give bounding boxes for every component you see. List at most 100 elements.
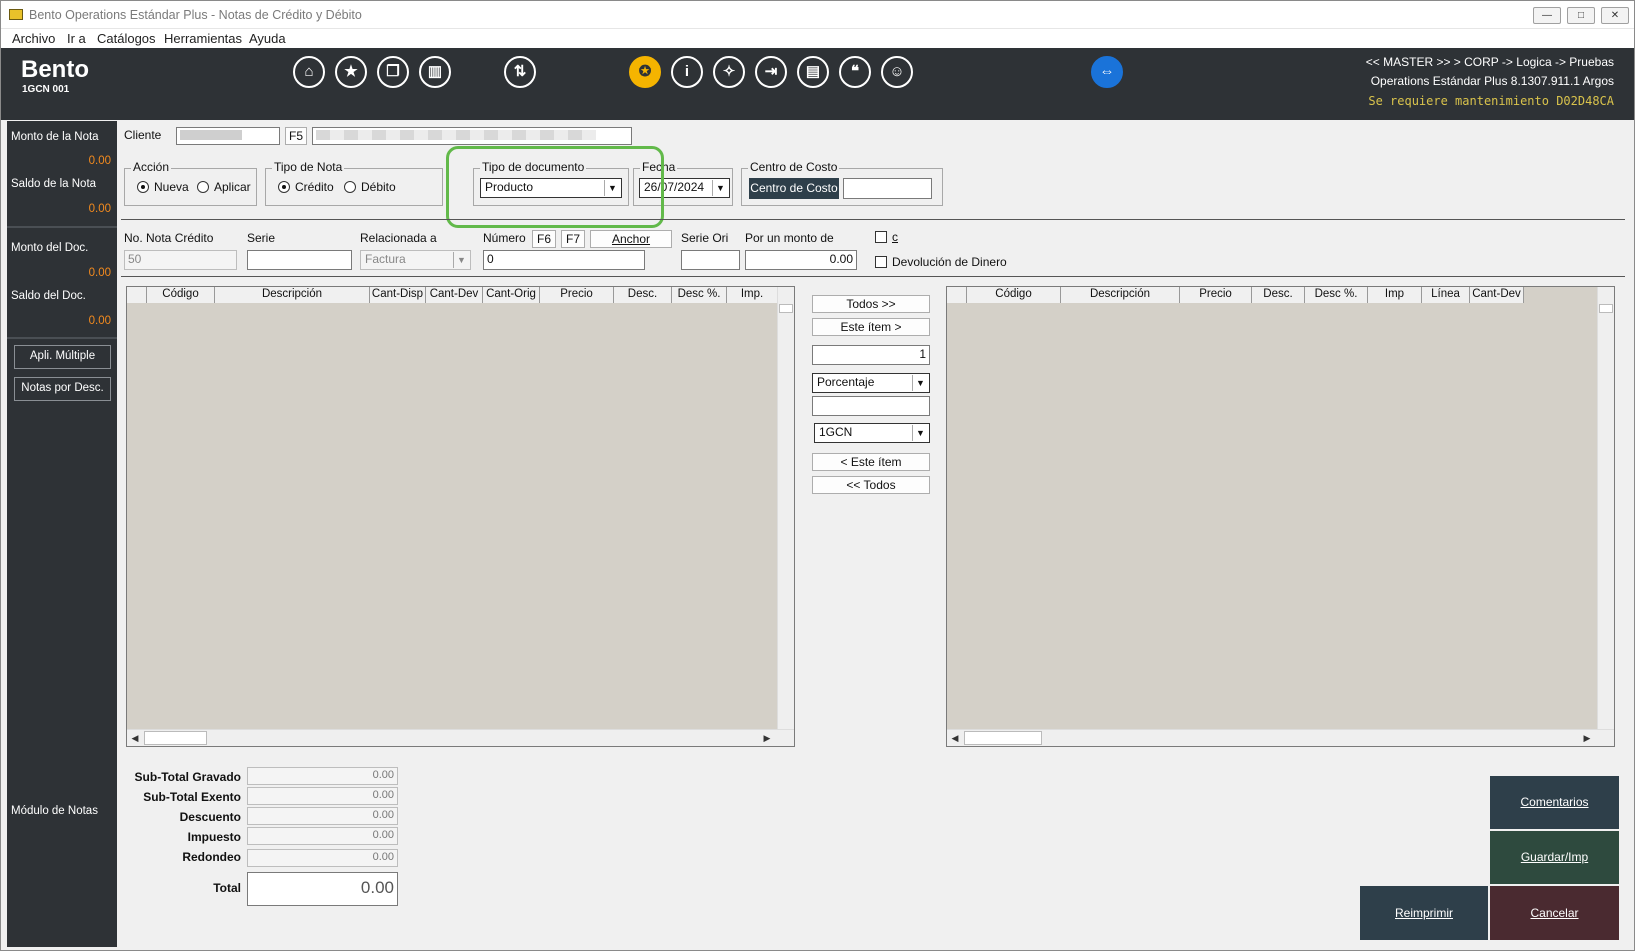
f5-button[interactable]: F5 (285, 127, 307, 145)
maximize-button[interactable]: □ (1567, 7, 1595, 24)
left-items-grid[interactable]: Código Descripción Cant-Disp Cant-Dev Ca… (126, 286, 795, 747)
relacionada-select[interactable]: Factura ▼ (360, 250, 471, 270)
radio-aplicar[interactable]: Aplicar (197, 180, 251, 194)
col-desc-pct[interactable]: Desc %. (672, 287, 727, 303)
quote-icon[interactable]: ❝ (839, 56, 871, 88)
todos-right-button[interactable]: Todos >> (812, 295, 930, 313)
porcentaje-value-input[interactable] (812, 396, 930, 416)
subtotal-exento-label: Sub-Total Exento (143, 790, 241, 804)
menu-herramientas[interactable]: Herramientas (164, 31, 242, 46)
impuesto-value: 0.00 (247, 827, 398, 845)
numero-input[interactable]: 0 (483, 250, 645, 270)
col-cant-disp[interactable]: Cant-Disp (370, 287, 426, 303)
menu-ayuda[interactable]: Ayuda (249, 31, 286, 46)
radio-credito[interactable]: Crédito (278, 180, 334, 194)
anchor-button[interactable]: Anchor (590, 230, 672, 248)
code-select[interactable]: 1GCN ▼ (814, 423, 930, 443)
col-descripcion[interactable]: Descripción (1061, 287, 1180, 303)
scroll-thumb[interactable] (144, 731, 207, 745)
scroll-right-icon[interactable]: ▶ (759, 730, 775, 746)
c-checkbox[interactable] (875, 231, 887, 243)
tipo-documento-title: Tipo de documento (480, 160, 587, 174)
menu-ir-a[interactable]: Ir a (67, 31, 86, 46)
right-items-grid[interactable]: Código Descripción Precio Desc. Desc %. … (946, 286, 1615, 747)
col-imp[interactable]: Imp. (727, 287, 778, 303)
login-icon[interactable]: ⇥ (755, 56, 787, 88)
menu-catalogos[interactable]: Catálogos (97, 31, 156, 46)
copy-icon[interactable]: ❐ (377, 56, 409, 88)
modulo-label: Módulo de Notas (11, 805, 98, 817)
radio-debito[interactable]: Débito (344, 180, 396, 194)
col-cant-dev[interactable]: Cant-Dev (1470, 287, 1524, 303)
tipo-documento-select[interactable]: Producto ▼ (480, 178, 622, 198)
notas-desc-button[interactable]: Notas por Desc. (14, 377, 111, 401)
col-imp[interactable]: Imp (1368, 287, 1422, 303)
cancelar-button[interactable]: Cancelar (1490, 886, 1619, 940)
col-linea[interactable]: Línea (1422, 287, 1470, 303)
todos-left-button[interactable]: << Todos (812, 476, 930, 494)
chevron-down-icon: ▼ (604, 180, 620, 196)
col-desc[interactable]: Desc. (614, 287, 672, 303)
col-desc-pct[interactable]: Desc %. (1305, 287, 1368, 303)
left-grid-vscroll[interactable] (777, 287, 794, 730)
centro-costo-input[interactable] (843, 178, 932, 199)
quantity-input[interactable]: 1 (812, 345, 930, 365)
este-item-left-button[interactable]: < Este ítem (812, 453, 930, 471)
col-codigo[interactable]: Código (967, 287, 1061, 303)
este-item-right-button[interactable]: Este ítem > (812, 318, 930, 336)
scroll-thumb[interactable] (964, 731, 1042, 745)
col-codigo[interactable]: Código (147, 287, 215, 303)
porcentaje-select[interactable]: Porcentaje ▼ (812, 373, 930, 393)
support-icon[interactable]: ☺ (881, 56, 913, 88)
info-icon[interactable]: i (671, 56, 703, 88)
fecha-picker[interactable]: 26/07/2024 ▼ (639, 178, 730, 198)
col-desc[interactable]: Desc. (1252, 287, 1305, 303)
award-icon[interactable]: ✪ (629, 56, 661, 88)
devolucion-checkbox[interactable] (875, 256, 887, 268)
f6-button[interactable]: F6 (532, 230, 556, 248)
col-precio[interactable]: Precio (1180, 287, 1252, 303)
star-icon[interactable]: ★ (335, 56, 367, 88)
reimprimir-button[interactable]: Reimprimir (1360, 886, 1488, 940)
home-icon[interactable]: ⌂ (293, 56, 325, 88)
f7-button[interactable]: F7 (561, 230, 585, 248)
minimize-button[interactable]: — (1533, 7, 1561, 24)
centro-costo-button[interactable]: Centro de Costo (749, 178, 839, 199)
right-grid-hscroll[interactable]: ◀ ▶ (947, 729, 1614, 746)
sort-icon[interactable]: ⇅ (504, 56, 536, 88)
col-precio[interactable]: Precio (540, 287, 614, 303)
lightbulb-icon[interactable]: ✧ (713, 56, 745, 88)
left-grid-hscroll[interactable]: ◀ ▶ (127, 729, 794, 746)
serie-input[interactable] (247, 250, 352, 270)
serie-ori-input[interactable] (681, 250, 740, 270)
scroll-thumb[interactable] (779, 304, 793, 313)
scroll-right-icon[interactable]: ▶ (1579, 730, 1595, 746)
menu-archivo[interactable]: Archivo (12, 31, 55, 46)
apli-multiple-button[interactable]: Apli. Múltiple (14, 345, 111, 369)
col-cant-orig[interactable]: Cant-Orig (483, 287, 540, 303)
no-nota-input[interactable]: 50 (124, 250, 237, 270)
col-cant-dev[interactable]: Cant-Dev (426, 287, 483, 303)
id-card-icon[interactable]: ▤ (797, 56, 829, 88)
monto-input[interactable]: 0.00 (745, 250, 857, 270)
guardar-button[interactable]: Guardar/Imp (1490, 831, 1619, 884)
scroll-left-icon[interactable]: ◀ (127, 730, 143, 746)
book-icon[interactable]: ▥ (419, 56, 451, 88)
comentarios-button[interactable]: Comentarios (1490, 776, 1619, 829)
chevron-down-icon: ▼ (912, 375, 928, 391)
grid-header: Código Descripción Cant-Disp Cant-Dev Ca… (127, 287, 778, 303)
descuento-value: 0.00 (247, 807, 398, 825)
saldo-doc-label: Saldo del Doc. (11, 290, 86, 302)
accion-group: Acción Nueva Aplicar (124, 160, 257, 206)
scroll-left-icon[interactable]: ◀ (947, 730, 963, 746)
col-descripcion[interactable]: Descripción (215, 287, 370, 303)
scroll-thumb[interactable] (1599, 304, 1613, 313)
saldo-nota-value: 0.00 (88, 203, 111, 215)
cliente-name-input[interactable] (312, 127, 632, 145)
teamviewer-icon[interactable]: ⇔ (1091, 56, 1123, 88)
left-sidebar: Monto de la Nota 0.00 Saldo de la Nota 0… (7, 121, 117, 947)
close-button[interactable]: ✕ (1601, 7, 1629, 24)
radio-nueva[interactable]: Nueva (137, 180, 189, 194)
right-grid-vscroll[interactable] (1597, 287, 1614, 730)
cliente-code-input[interactable] (176, 127, 280, 145)
